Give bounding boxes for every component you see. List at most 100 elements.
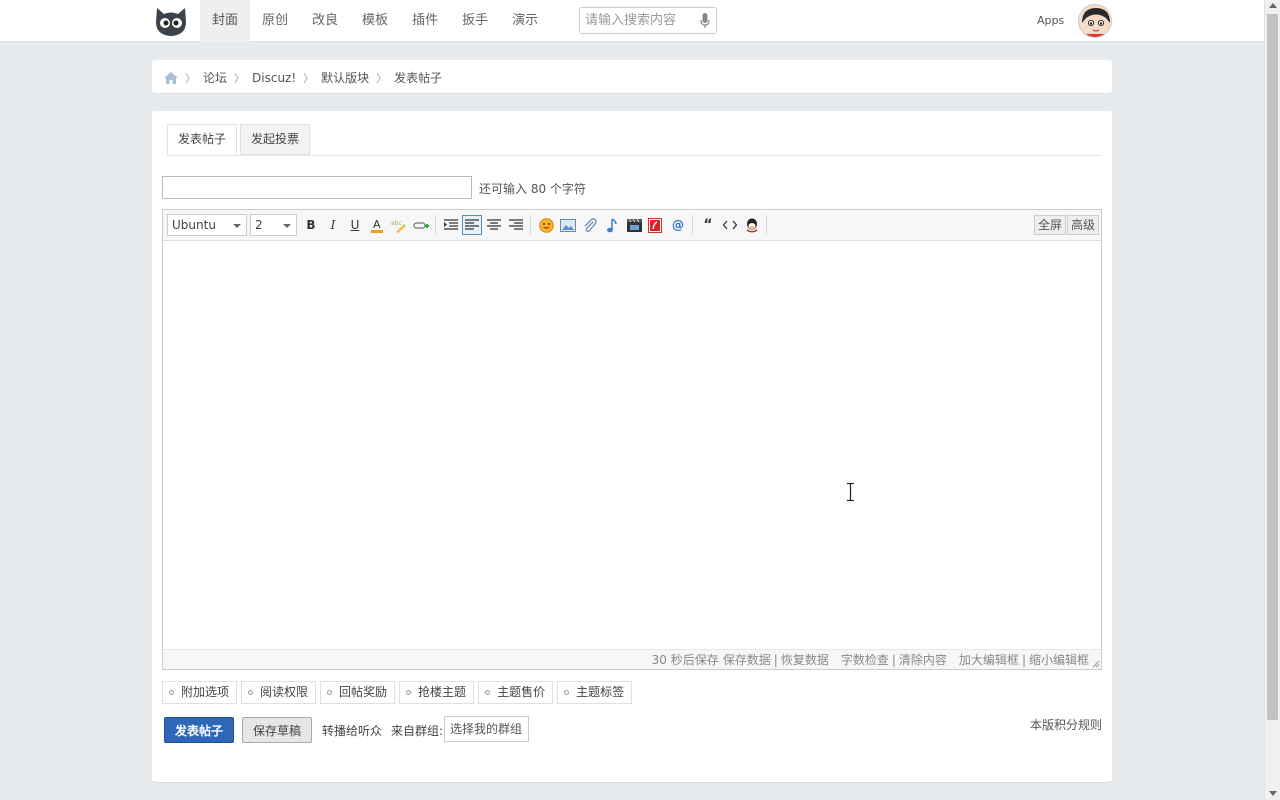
restore-data-link[interactable]: 恢复数据 — [781, 651, 829, 669]
video-icon[interactable] — [624, 215, 644, 235]
post-title-input[interactable] — [162, 176, 472, 199]
scroll-up-arrow-icon[interactable] — [1269, 3, 1277, 8]
nav-item-wrench[interactable]: 扳手 — [450, 0, 500, 42]
toolbar-divider — [530, 215, 531, 235]
option-thread-tags[interactable]: 主题标签 — [557, 681, 633, 704]
post-form-panel: 发表帖子 发起投票 还可输入 80 个字符 Ubuntu 2 B I U A a… — [152, 111, 1112, 782]
italic-icon[interactable]: I — [323, 215, 343, 235]
microphone-icon[interactable] — [700, 13, 710, 29]
tab-new-post[interactable]: 发表帖子 — [167, 124, 238, 155]
shrink-editor-link[interactable]: 缩小编辑框 — [1029, 651, 1089, 669]
advanced-mode-button[interactable]: 高级 — [1067, 215, 1100, 235]
code-icon[interactable] — [720, 215, 740, 235]
status-separator: | — [891, 653, 896, 667]
nav-item-plugins[interactable]: 插件 — [400, 0, 450, 42]
avatar[interactable] — [1078, 4, 1112, 38]
breadcrumb-current: 发表帖子 — [394, 71, 443, 85]
toolbar-divider — [435, 215, 436, 235]
from-group-label: 来自群组: — [391, 724, 444, 738]
at-mention-icon[interactable]: @ — [668, 215, 688, 235]
toolbar-divider — [766, 215, 767, 235]
option-thread-price[interactable]: 主题售价 — [478, 681, 554, 704]
breadcrumb-discuz[interactable]: Discuz! — [252, 71, 296, 85]
link-icon[interactable] — [411, 215, 431, 235]
breadcrumb-bar: 〉 论坛 〉 Discuz! 〉 默认版块 〉 发表帖子 — [152, 60, 1112, 93]
broadcast-to-listeners-link[interactable]: 转播给听众 — [322, 722, 382, 739]
chevron-down-icon — [233, 224, 241, 228]
home-icon[interactable] — [164, 71, 178, 84]
music-icon[interactable] — [602, 215, 622, 235]
editor-content-area[interactable] — [163, 241, 1101, 649]
page-scrollbar[interactable] — [1264, 0, 1280, 800]
bullet-icon — [248, 690, 254, 695]
highlight-icon[interactable]: abc — [389, 215, 409, 235]
post-options: 附加选项 阅读权限 回帖奖励 抢楼主题 主题售价 主题标签 — [162, 681, 636, 704]
credit-rules-link[interactable]: 本版积分规则 — [1030, 716, 1102, 733]
save-draft-button[interactable]: 保存草稿 — [242, 717, 312, 743]
text-cursor-icon — [847, 483, 854, 501]
scrollbar-thumb[interactable] — [1267, 14, 1278, 720]
user-avatar-icon — [1079, 5, 1111, 37]
attachment-icon[interactable] — [580, 215, 600, 235]
chevron-right-icon: 〉 — [185, 71, 196, 85]
svg-text:A: A — [373, 218, 381, 231]
emoji-icon[interactable] — [536, 215, 556, 235]
nav-item-templates[interactable]: 模板 — [350, 0, 400, 42]
option-floor-grab[interactable]: 抢楼主题 — [399, 681, 475, 704]
apps-link[interactable]: Apps — [1037, 14, 1064, 27]
option-extra[interactable]: 附加选项 — [162, 681, 238, 704]
chevron-right-icon: 〉 — [376, 71, 388, 85]
bold-icon[interactable]: B — [301, 215, 321, 235]
search-box — [579, 7, 717, 34]
status-separator: | — [1021, 653, 1026, 667]
breadcrumb-default-board[interactable]: 默认版块 — [321, 69, 369, 86]
option-label: 回帖奖励 — [339, 685, 388, 699]
font-size-select[interactable]: 2 — [250, 214, 297, 236]
search-input[interactable] — [580, 8, 690, 33]
resize-grip-icon[interactable] — [1092, 660, 1100, 668]
option-label: 主题标签 — [576, 685, 625, 699]
font-family-select[interactable]: Ubuntu — [167, 214, 247, 236]
editor-status-actions: 30 秒后保存 保存数据 | 恢复数据 字数检查 | 清除内容 加大编辑框 | … — [652, 651, 1089, 669]
qq-icon[interactable] — [742, 215, 762, 235]
quote-icon[interactable]: “ — [698, 215, 718, 235]
cat-logo-icon[interactable] — [153, 4, 189, 38]
align-left-icon[interactable] — [462, 215, 482, 235]
nav-item-demo[interactable]: 演示 — [500, 0, 550, 42]
fullscreen-button[interactable]: 全屏 — [1034, 215, 1067, 235]
chevron-right-icon: 〉 — [234, 71, 246, 85]
nav-item-cover[interactable]: 封面 — [200, 0, 251, 42]
image-icon[interactable] — [558, 215, 578, 235]
text-color-icon[interactable]: A — [367, 215, 387, 235]
submit-post-button[interactable]: 发表帖子 — [164, 717, 234, 743]
indent-icon[interactable] — [441, 215, 461, 235]
scroll-down-arrow-icon[interactable] — [1269, 791, 1277, 796]
underline-icon[interactable]: U — [345, 215, 365, 235]
flash-icon[interactable] — [645, 215, 665, 235]
group-select[interactable]: 选择我的群组 — [444, 716, 529, 742]
enlarge-editor-link[interactable]: 加大编辑框 — [959, 651, 1019, 669]
clear-content-link[interactable]: 清除内容 — [899, 651, 947, 669]
bullet-icon — [169, 690, 174, 695]
option-read-permission[interactable]: 阅读权限 — [241, 681, 317, 704]
option-label: 主题售价 — [497, 685, 546, 699]
chevron-right-icon: 〉 — [303, 71, 315, 85]
align-center-icon[interactable] — [484, 215, 504, 235]
title-char-hint: 还可输入 80 个字符 — [479, 182, 586, 196]
font-family-value: Ubuntu — [172, 218, 216, 232]
main-nav: 封面 原创 改良 模板 插件 扳手 演示 — [200, 0, 550, 42]
option-label: 附加选项 — [181, 685, 230, 699]
bullet-icon — [564, 690, 570, 695]
word-check-link[interactable]: 字数检查 — [841, 651, 889, 669]
option-reply-reward[interactable]: 回帖奖励 — [320, 681, 396, 704]
nav-item-improved[interactable]: 改良 — [300, 0, 350, 42]
tab-new-poll[interactable]: 发起投票 — [240, 124, 311, 155]
save-data-link[interactable]: 保存数据 — [723, 651, 771, 669]
align-right-icon[interactable] — [506, 215, 526, 235]
breadcrumb-forum[interactable]: 论坛 — [203, 69, 227, 86]
font-size-value: 2 — [255, 218, 263, 232]
breadcrumb: 〉 论坛 〉 Discuz! 〉 默认版块 〉 发表帖子 — [164, 69, 442, 86]
nav-item-original[interactable]: 原创 — [250, 0, 300, 42]
post-type-tabs: 发表帖子 发起投票 — [167, 124, 313, 155]
bullet-icon — [485, 690, 491, 695]
